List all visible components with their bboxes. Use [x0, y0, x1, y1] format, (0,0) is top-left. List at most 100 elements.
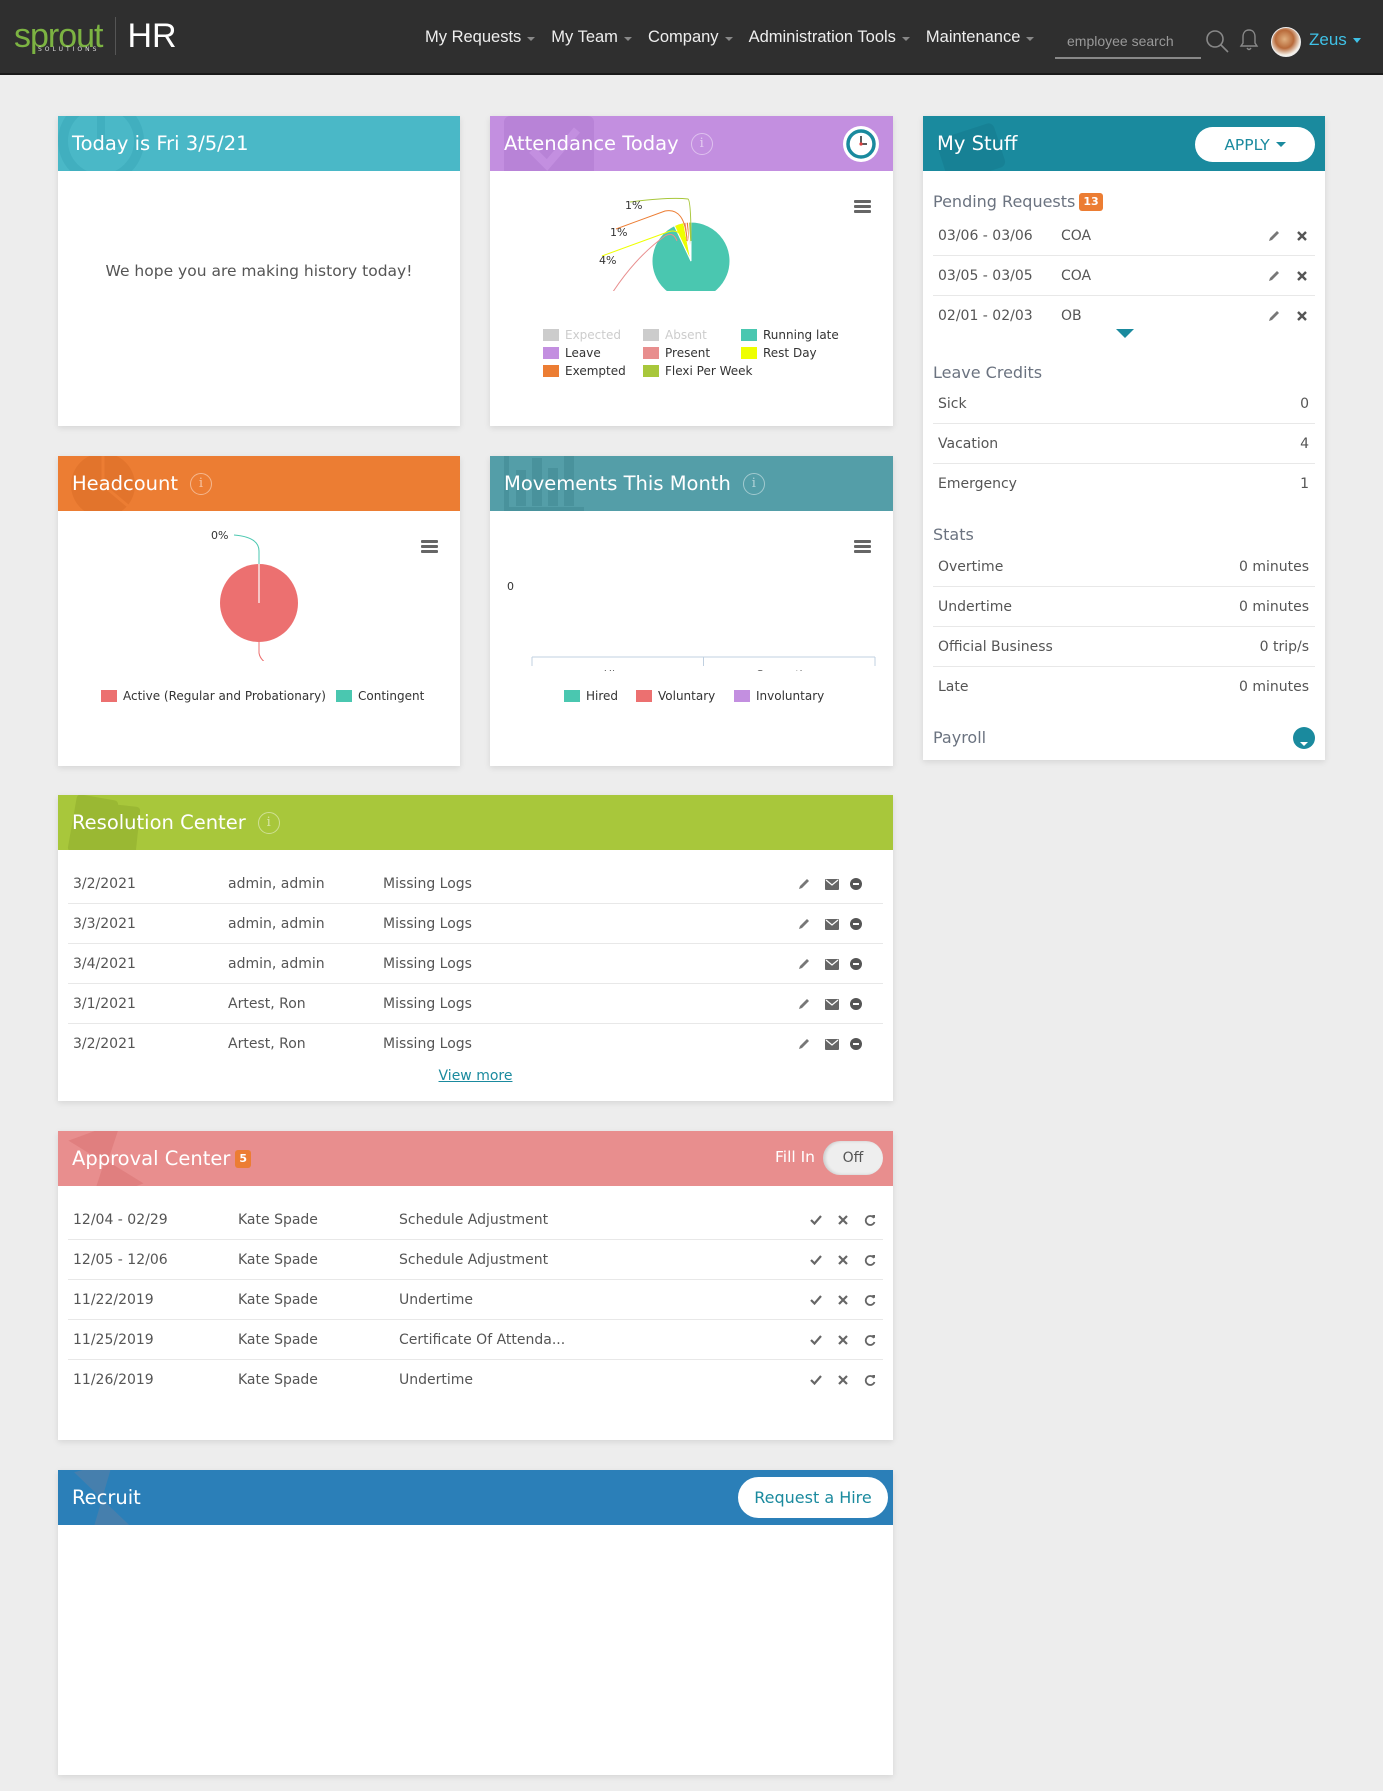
info-icon[interactable]: i [257, 811, 280, 834]
nav-maintenance[interactable]: Maintenance [926, 28, 1035, 47]
sprout-logo[interactable]: sprout SOLUTIONS HR [14, 14, 177, 58]
caret-down-icon [1352, 37, 1361, 43]
envelope-icon[interactable] [825, 877, 839, 891]
envelope-icon[interactable] [825, 1037, 839, 1051]
resolution-table: 3/2/2021 admin, admin Missing Logs 3/3/2021… [68, 864, 883, 1064]
recruit-card: Recruit Request a Hire [58, 1470, 893, 1775]
minus-circle-icon[interactable] [849, 877, 863, 891]
delete-x-icon[interactable] [1295, 309, 1309, 323]
user-name: Zeus [1309, 30, 1347, 49]
request-dates: 03/05 - 03/05 [938, 267, 1033, 284]
legend-label: Expected [565, 328, 621, 342]
legend-item[interactable]: Active (Regular and Probationary) [101, 689, 326, 703]
bell-icon[interactable] [1238, 27, 1260, 53]
edit-pencil-icon[interactable] [1267, 309, 1281, 323]
legend-item[interactable]: Present [643, 346, 710, 360]
headcount-title: Headcount [72, 472, 179, 495]
legend-item[interactable]: Flexi Per Week [643, 364, 752, 378]
info-icon[interactable]: i [690, 132, 713, 155]
my-stuff-card: My Stuff APPLY Pending Requests 13 03/06… [923, 116, 1325, 760]
legend-item[interactable]: Expected [543, 328, 621, 342]
apply-dropdown-button[interactable]: APPLY [1195, 127, 1315, 162]
clock-icon[interactable] [843, 126, 879, 162]
info-icon[interactable]: i [742, 472, 765, 495]
nav-administration-tools[interactable]: Administration Tools [749, 28, 910, 47]
leave-credits-list: Sick 0 Vacation 4 Emergency 1 [933, 384, 1315, 504]
refresh-icon[interactable] [863, 1253, 877, 1267]
request-hire-button[interactable]: Request a Hire [738, 1477, 888, 1518]
user-avatar[interactable] [1271, 27, 1301, 57]
reject-x-icon[interactable] [836, 1213, 850, 1227]
user-menu[interactable]: Zeus [1309, 30, 1361, 50]
approve-check-icon[interactable] [809, 1293, 823, 1307]
edit-pencil-icon[interactable] [1267, 269, 1281, 283]
edit-pencil-icon[interactable] [797, 997, 811, 1011]
approve-check-icon[interactable] [809, 1333, 823, 1347]
reject-x-icon[interactable] [836, 1373, 850, 1387]
legend-item[interactable]: Leave [543, 346, 601, 360]
search-icon[interactable] [1204, 28, 1230, 54]
today-title: Today is Fri 3/5/21 [72, 132, 249, 155]
stat-row: Official Business 0 trip/s [933, 627, 1315, 667]
edit-pencil-icon[interactable] [797, 957, 811, 971]
delete-x-icon[interactable] [1295, 269, 1309, 283]
envelope-icon[interactable] [825, 997, 839, 1011]
expand-pending-triangle-icon[interactable] [1116, 329, 1134, 338]
approve-check-icon[interactable] [809, 1373, 823, 1387]
envelope-icon[interactable] [825, 917, 839, 931]
legend-item[interactable]: Contingent [336, 689, 424, 703]
request-dates: 03/06 - 03/06 [938, 227, 1033, 244]
refresh-icon[interactable] [863, 1373, 877, 1387]
envelope-icon[interactable] [825, 957, 839, 971]
nav-company[interactable]: Company [648, 28, 733, 47]
nav-my-team[interactable]: My Team [551, 28, 632, 47]
legend-label: Leave [565, 346, 601, 360]
leave-type: Sick [938, 395, 967, 412]
legend-swatch [564, 690, 580, 702]
info-icon[interactable]: i [190, 472, 213, 495]
stat-label: Official Business [938, 638, 1053, 655]
legend-item[interactable]: Hired [564, 689, 618, 703]
refresh-icon[interactable] [863, 1213, 877, 1227]
reject-x-icon[interactable] [836, 1333, 850, 1347]
approve-check-icon[interactable] [809, 1213, 823, 1227]
legend-item[interactable]: Involuntary [734, 689, 824, 703]
employee-search-input[interactable] [1055, 24, 1201, 57]
leave-balance: 0 [1300, 395, 1309, 412]
minus-circle-icon[interactable] [849, 917, 863, 931]
approval-employee: Kate Spade [238, 1212, 318, 1228]
fill-in-toggle[interactable]: Off [823, 1141, 883, 1175]
fill-in-label: Fill In [774, 1148, 815, 1166]
caret-down-icon [527, 36, 536, 41]
refresh-icon[interactable] [863, 1333, 877, 1347]
approve-check-icon[interactable] [809, 1253, 823, 1267]
attendance-title: Attendance Today [504, 132, 679, 155]
edit-pencil-icon[interactable] [797, 877, 811, 891]
legend-item[interactable]: Rest Day [741, 346, 817, 360]
legend-label: Flexi Per Week [665, 364, 753, 378]
edit-pencil-icon[interactable] [1267, 229, 1281, 243]
legend-item[interactable]: Voluntary [636, 689, 715, 703]
minus-circle-icon[interactable] [849, 957, 863, 971]
legend-item[interactable]: Exempted [543, 364, 626, 378]
legend-item[interactable]: Running late [741, 328, 839, 342]
nav-my-requests[interactable]: My Requests [425, 28, 536, 47]
minus-circle-icon[interactable] [849, 997, 863, 1011]
resolution-date: 3/2/2021 [73, 1036, 136, 1052]
legend-item[interactable]: Absent [643, 328, 707, 342]
today-card-header: Today is Fri 3/5/21 [58, 116, 460, 171]
edit-pencil-icon[interactable] [797, 1037, 811, 1051]
edit-pencil-icon[interactable] [797, 917, 811, 931]
reject-x-icon[interactable] [836, 1253, 850, 1267]
view-more-link[interactable]: View more [439, 1068, 513, 1084]
approval-date: 12/05 - 12/06 [73, 1252, 168, 1268]
approval-employee: Kate Spade [238, 1292, 318, 1308]
refresh-icon[interactable] [863, 1293, 877, 1307]
minus-circle-icon[interactable] [849, 1037, 863, 1051]
delete-x-icon[interactable] [1295, 229, 1309, 243]
reject-x-icon[interactable] [836, 1293, 850, 1307]
caret-down-icon [1026, 36, 1035, 41]
request-type: COA [1061, 227, 1092, 244]
payroll-expand-button[interactable] [1293, 727, 1315, 749]
request-type: OB [1061, 308, 1082, 324]
